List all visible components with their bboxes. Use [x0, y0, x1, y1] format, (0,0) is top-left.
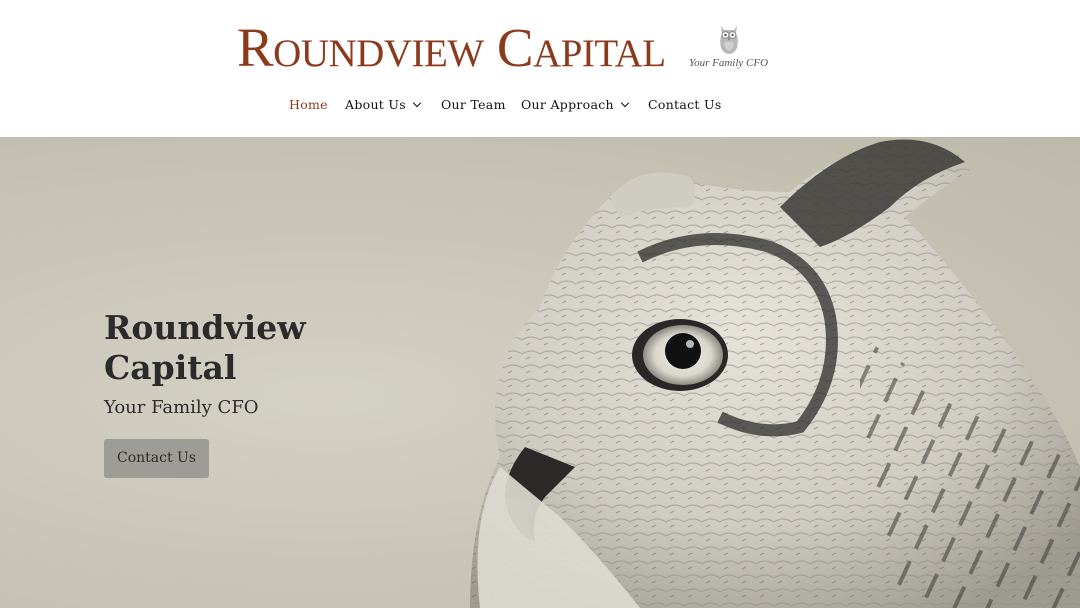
- nav-item-label: Home: [289, 97, 328, 112]
- nav-item-label: Our Team: [441, 97, 506, 112]
- nav-item-our-approach[interactable]: Our Approach: [521, 96, 630, 114]
- hero-subtitle: Your Family CFO: [104, 397, 259, 418]
- nav-item-contact-us[interactable]: Contact Us: [648, 96, 722, 114]
- site-logo[interactable]: Roundview Capital Your Family CFO: [237, 17, 777, 78]
- nav-item-label: Contact Us: [648, 97, 722, 112]
- nav-item-home[interactable]: Home: [289, 96, 328, 114]
- contact-us-button[interactable]: Contact Us: [104, 439, 209, 478]
- logo-tagline: Your Family CFO: [689, 57, 769, 69]
- nav-item-our-team[interactable]: Our Team: [441, 96, 506, 114]
- nav-item-label: Our Approach: [521, 97, 614, 112]
- chevron-down-icon: [620, 98, 630, 108]
- site-header: Roundview Capital Your Family CFO Home A…: [0, 0, 1080, 137]
- owl-logo-icon: [720, 26, 738, 54]
- main-nav: Home About Us Our Team Our Approach Cont…: [0, 96, 1080, 116]
- hero-title: Roundview Capital: [104, 308, 306, 387]
- nav-item-about-us[interactable]: About Us: [345, 96, 422, 114]
- logo-wordmark: Roundview Capital: [237, 17, 666, 78]
- nav-item-label: About Us: [345, 97, 406, 112]
- hero-section: Roundview Capital Your Family CFO Contac…: [0, 137, 1080, 608]
- chevron-down-icon: [412, 98, 422, 108]
